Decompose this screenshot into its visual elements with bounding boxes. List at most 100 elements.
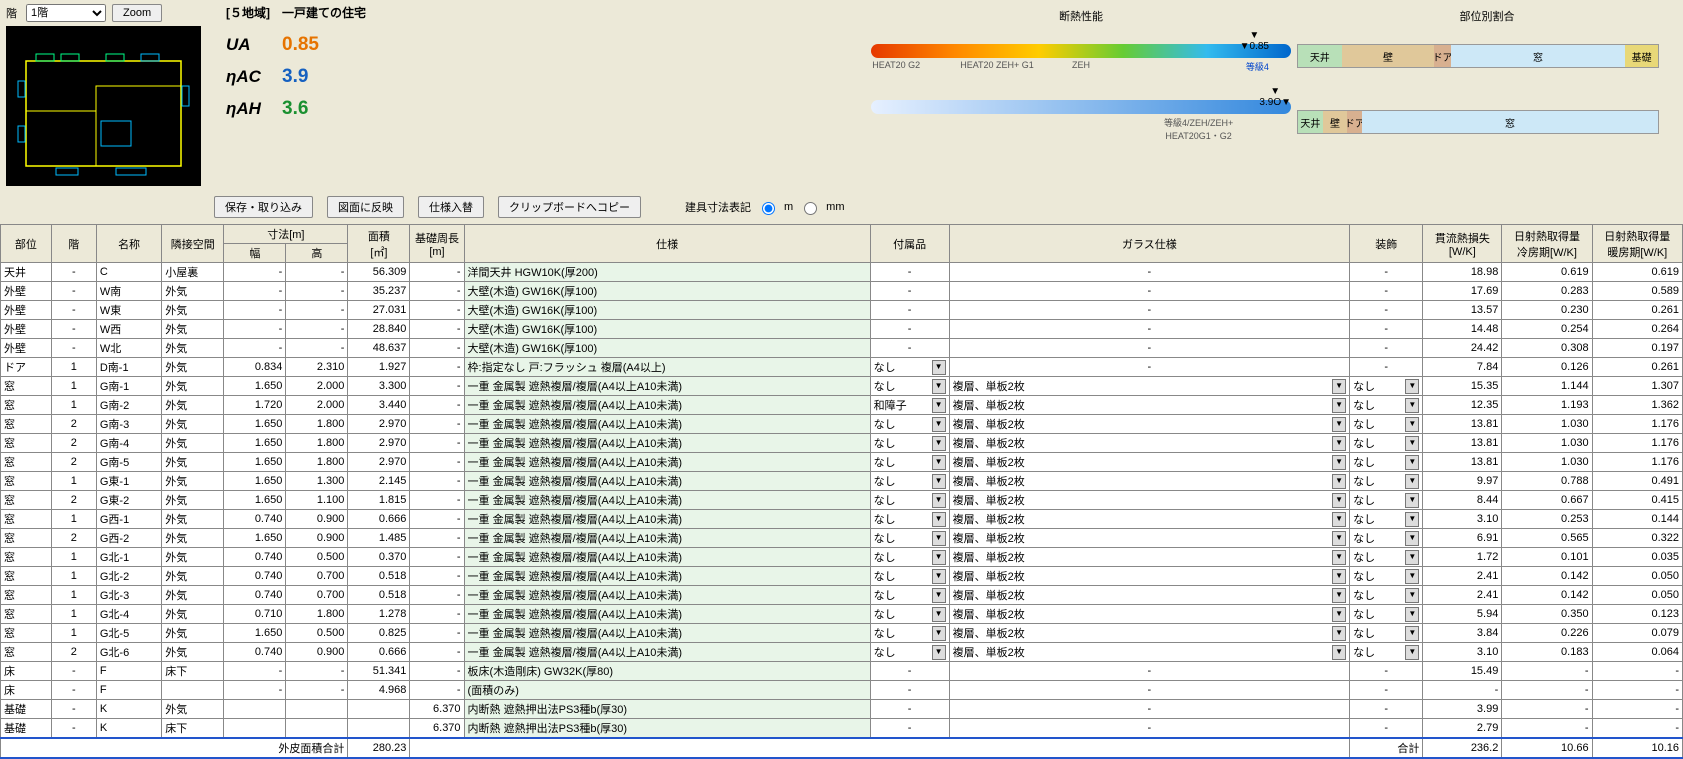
table-row[interactable]: 窓2G南-4外気1.6501.8002.970-一重 金属製 遮熱複層/複層(A… [1, 434, 1683, 453]
table-row[interactable]: 窓1G北-1外気0.7400.5000.370-一重 金属製 遮熱複層/複層(A… [1, 548, 1683, 567]
table-row[interactable]: 窓1G北-3外気0.7400.7000.518-一重 金属製 遮熱複層/複層(A… [1, 586, 1683, 605]
dropdown-icon[interactable]: ▼ [1405, 607, 1419, 622]
dropdown-icon[interactable]: ▼ [1405, 474, 1419, 489]
dropdown-icon[interactable]: ▼ [1405, 398, 1419, 413]
table-row[interactable]: 外壁-W西外気--28.840-大壁(木造) GW16K(厚100)---14.… [1, 320, 1683, 339]
dropdown-icon[interactable]: ▼ [932, 512, 946, 527]
unit-m-radio[interactable] [762, 202, 775, 215]
dropdown-icon[interactable]: ▼ [1405, 569, 1419, 584]
dropdown-icon[interactable]: ▼ [932, 417, 946, 432]
dropdown-icon[interactable]: ▼ [932, 379, 946, 394]
dropdown-icon[interactable]: ▼ [1405, 379, 1419, 394]
dropdown-icon[interactable]: ▼ [1332, 550, 1346, 565]
hdr-perim: 基礎周長 [m] [410, 225, 464, 263]
dropdown-icon[interactable]: ▼ [1332, 588, 1346, 603]
table-row[interactable]: 窓1G東-1外気1.6501.3002.145-一重 金属製 遮熱複層/複層(A… [1, 472, 1683, 491]
eta-marker: 3.9O▼ [1259, 86, 1291, 108]
dropdown-icon[interactable]: ▼ [1332, 379, 1346, 394]
table-row[interactable]: 基礎-K外気6.370内断熱 遮熱押出法PS3種b(厚30)---3.99-- [1, 700, 1683, 719]
save-load-button[interactable]: 保存・取り込み [214, 196, 313, 218]
page-title: [５地域] 一戸建ての住宅 [226, 4, 865, 21]
table-row[interactable]: 床-F床下--51.341-板床(木造剛床) GW32K(厚80)---15.4… [1, 662, 1683, 681]
dropdown-icon[interactable]: ▼ [1405, 493, 1419, 508]
etaac-value: 3.9 [282, 66, 308, 88]
table-row[interactable]: ドア1D南-1外気0.8342.3101.927-枠:指定なし 戸:フラッシュ … [1, 358, 1683, 377]
hdr-name: 名称 [96, 225, 161, 263]
dropdown-icon[interactable]: ▼ [932, 550, 946, 565]
ua-label: UA [226, 35, 262, 55]
total-loss: 236.2 [1423, 738, 1502, 758]
dropdown-icon[interactable]: ▼ [1332, 493, 1346, 508]
zoom-button[interactable]: Zoom [112, 4, 162, 22]
dropdown-icon[interactable]: ▼ [932, 493, 946, 508]
dropdown-icon[interactable]: ▼ [932, 588, 946, 603]
table-row[interactable]: 窓1G南-1外気1.6502.0003.300-一重 金属製 遮熱複層/複層(A… [1, 377, 1683, 396]
dropdown-icon[interactable]: ▼ [1332, 436, 1346, 451]
floor-label: 階 [6, 5, 20, 21]
dropdown-icon[interactable]: ▼ [932, 398, 946, 413]
dropdown-icon[interactable]: ▼ [1332, 455, 1346, 470]
reflect-button[interactable]: 図面に反映 [327, 196, 404, 218]
hdr-loss: 貫流熱損失 [W/K] [1423, 225, 1502, 263]
hdr-part: 部位 [1, 225, 52, 263]
total-area: 280.23 [348, 738, 410, 758]
hdr-adj: 隣接空間 [162, 225, 224, 263]
dropdown-icon[interactable]: ▼ [932, 569, 946, 584]
dropdown-icon[interactable]: ▼ [1405, 436, 1419, 451]
table-row[interactable]: 窓1G北-5外気1.6500.5000.825-一重 金属製 遮熱複層/複層(A… [1, 624, 1683, 643]
table-row[interactable]: 窓2G北-6外気0.7400.9000.666-一重 金属製 遮熱複層/複層(A… [1, 643, 1683, 662]
dropdown-icon[interactable]: ▼ [1332, 474, 1346, 489]
dropdown-icon[interactable]: ▼ [1405, 455, 1419, 470]
dropdown-icon[interactable]: ▼ [1405, 645, 1419, 660]
dropdown-icon[interactable]: ▼ [932, 607, 946, 622]
table-row[interactable]: 窓2G南-3外気1.6501.8002.970-一重 金属製 遮熱複層/複層(A… [1, 415, 1683, 434]
etaah-value: 3.6 [282, 98, 308, 120]
ua-gradient-bar: ▼0.85 HEAT20 G2 HEAT20 ZEH+ G1 ZEH 等級4 [871, 44, 1291, 58]
hdr-w: 幅 [224, 244, 286, 263]
dropdown-icon[interactable]: ▼ [932, 474, 946, 489]
dropdown-icon[interactable]: ▼ [932, 531, 946, 546]
table-row[interactable]: 基礎-K床下6.370内断熱 遮熱押出法PS3種b(厚30)---2.79-- [1, 719, 1683, 739]
hdr-area: 面積 [㎡] [348, 225, 410, 263]
table-row[interactable]: 床-F--4.968-(面積のみ)------ [1, 681, 1683, 700]
dropdown-icon[interactable]: ▼ [1405, 588, 1419, 603]
table-row[interactable]: 窓1G西-1外気0.7400.9000.666-一重 金属製 遮熱複層/複層(A… [1, 510, 1683, 529]
dropdown-icon[interactable]: ▼ [932, 455, 946, 470]
dropdown-icon[interactable]: ▼ [1332, 398, 1346, 413]
dropdown-icon[interactable]: ▼ [1332, 569, 1346, 584]
dropdown-icon[interactable]: ▼ [1332, 645, 1346, 660]
total-label: 外皮面積合計 [1, 738, 348, 758]
table-row[interactable]: 窓2G南-5外気1.6501.8002.970-一重 金属製 遮熱複層/複層(A… [1, 453, 1683, 472]
dropdown-icon[interactable]: ▼ [1332, 626, 1346, 641]
floor-select[interactable]: 1階 [26, 4, 106, 22]
clipboard-button[interactable]: クリップボードへコピー [498, 196, 641, 218]
table-row[interactable]: 天井-C小屋裏--56.309-洋間天井 HGW10K(厚200)---18.9… [1, 263, 1683, 282]
dropdown-icon[interactable]: ▼ [932, 436, 946, 451]
dropdown-icon[interactable]: ▼ [1332, 512, 1346, 527]
table-row[interactable]: 窓1G北-4外気0.7101.8001.278-一重 金属製 遮熱複層/複層(A… [1, 605, 1683, 624]
dropdown-icon[interactable]: ▼ [1332, 531, 1346, 546]
table-row[interactable]: 窓1G南-2外気1.7202.0003.440-一重 金属製 遮熱複層/複層(A… [1, 396, 1683, 415]
dropdown-icon[interactable]: ▼ [1332, 607, 1346, 622]
table-row[interactable]: 窓2G東-2外気1.6501.1001.815-一重 金属製 遮熱複層/複層(A… [1, 491, 1683, 510]
dropdown-icon[interactable]: ▼ [932, 645, 946, 660]
table-row[interactable]: 窓1G北-2外気0.7400.7000.518-一重 金属製 遮熱複層/複層(A… [1, 567, 1683, 586]
unit-mm-radio[interactable] [804, 202, 817, 215]
hdr-spec: 仕様 [464, 225, 870, 263]
dropdown-icon[interactable]: ▼ [932, 360, 946, 375]
spec-swap-button[interactable]: 仕様入替 [418, 196, 484, 218]
total-sum-label: 合計 [1350, 738, 1423, 758]
table-row[interactable]: 外壁-W北外気--48.637-大壁(木造) GW16K(厚100)---24.… [1, 339, 1683, 358]
dropdown-icon[interactable]: ▼ [1405, 417, 1419, 432]
eta-gradient-bar: 3.9O▼ 等級4/ZEH/ZEH+ HEAT20G1・G2 [871, 100, 1291, 114]
dim-unit-label: 建具寸法表記 [685, 199, 751, 215]
dropdown-icon[interactable]: ▼ [1332, 417, 1346, 432]
table-row[interactable]: 外壁-W南外気--35.237-大壁(木造) GW16K(厚100)---17.… [1, 282, 1683, 301]
dropdown-icon[interactable]: ▼ [932, 626, 946, 641]
table-row[interactable]: 外壁-W東外気--27.031-大壁(木造) GW16K(厚100)---13.… [1, 301, 1683, 320]
table-row[interactable]: 窓2G西-2外気1.6500.9001.485-一重 金属製 遮熱複層/複層(A… [1, 529, 1683, 548]
dropdown-icon[interactable]: ▼ [1405, 512, 1419, 527]
dropdown-icon[interactable]: ▼ [1405, 626, 1419, 641]
dropdown-icon[interactable]: ▼ [1405, 531, 1419, 546]
dropdown-icon[interactable]: ▼ [1405, 550, 1419, 565]
